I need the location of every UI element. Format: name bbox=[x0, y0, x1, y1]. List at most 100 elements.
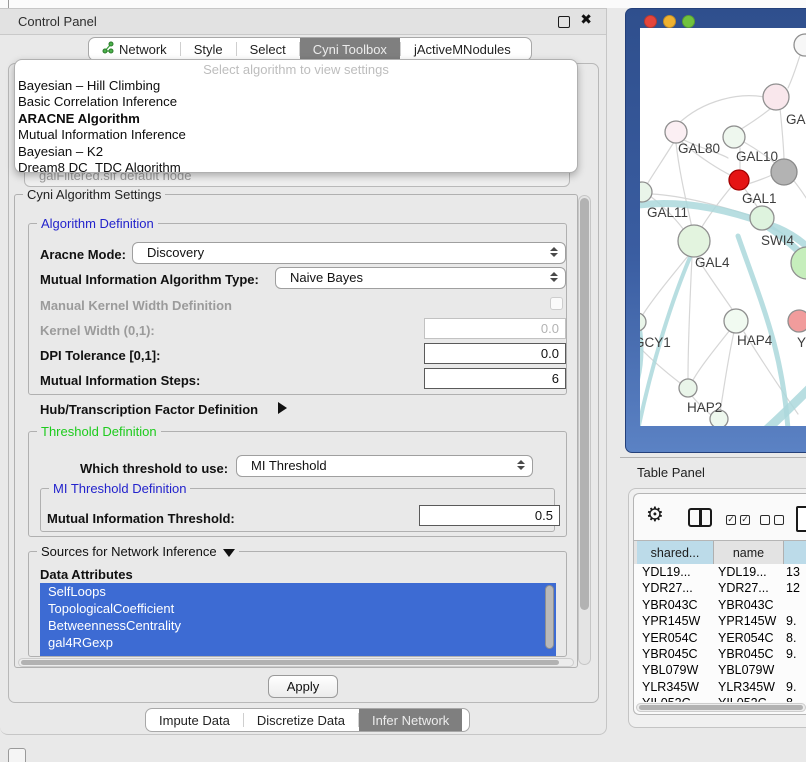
document-icon[interactable] bbox=[796, 506, 806, 532]
tab-jactivemnodules[interactable]: jActiveMNodules bbox=[401, 38, 524, 60]
gear-icon[interactable]: ⚙ bbox=[646, 504, 664, 524]
table-row[interactable]: YPR145WYPR145W9. bbox=[634, 613, 806, 630]
table-cell: YER054C bbox=[642, 630, 698, 647]
node-label: GAL bbox=[786, 112, 806, 127]
algorithm-option[interactable]: Dream8 DC_TDC Algorithm bbox=[15, 160, 577, 173]
float-window-icon[interactable] bbox=[558, 16, 570, 28]
table-cell: 9. bbox=[786, 679, 796, 696]
network-node[interactable] bbox=[678, 225, 710, 257]
tab-cyni-toolbox[interactable]: Cyni Toolbox bbox=[300, 38, 400, 60]
network-node[interactable] bbox=[665, 121, 687, 143]
network-node[interactable] bbox=[791, 247, 806, 279]
dpi-tolerance-field[interactable]: 0.0 bbox=[424, 343, 566, 364]
network-node[interactable] bbox=[640, 182, 652, 202]
kernel-width-field[interactable]: 0.0 bbox=[424, 318, 566, 339]
column-header[interactable]: name bbox=[714, 541, 784, 565]
algorithm-dropdown-placeholder: Select algorithm to view settings bbox=[15, 62, 577, 78]
table-cell: YIL052C bbox=[642, 695, 691, 702]
node-label: HAP4 bbox=[737, 333, 773, 348]
network-edge bbox=[678, 96, 776, 124]
table-cell: YBL079W bbox=[718, 662, 774, 679]
close-light[interactable] bbox=[644, 15, 657, 28]
column-header[interactable] bbox=[784, 541, 806, 565]
attribute-option[interactable]: BetweennessCentrality bbox=[40, 617, 556, 634]
attribute-option[interactable]: TopologicalCoefficient bbox=[40, 600, 556, 617]
tab-select[interactable]: Select bbox=[237, 38, 299, 60]
manual-kernel-checkbox[interactable] bbox=[550, 297, 563, 310]
mi-steps-field[interactable]: 6 bbox=[424, 368, 566, 389]
attribute-option[interactable]: gal4RGexp bbox=[40, 634, 556, 651]
minimize-light[interactable] bbox=[663, 15, 676, 28]
table-row[interactable]: YBR045CYBR045C9. bbox=[634, 646, 806, 663]
tab-network[interactable]: Network bbox=[89, 38, 180, 60]
algorithm-option[interactable]: Mutual Information Inference bbox=[15, 127, 577, 143]
table-row[interactable]: YBR043CYBR043C bbox=[634, 597, 806, 614]
screen: Control Panel ✖ NetworkStyleSelectCyni T… bbox=[0, 0, 806, 762]
corner-button[interactable] bbox=[8, 748, 26, 762]
close-icon[interactable]: ✖ bbox=[580, 12, 592, 28]
tab-infer-network[interactable]: Infer Network bbox=[359, 709, 462, 731]
table-horizontal-scrollbar[interactable] bbox=[636, 703, 806, 712]
mi-threshold-field[interactable]: 0.5 bbox=[419, 505, 560, 526]
network-edge bbox=[688, 257, 692, 380]
tab-style[interactable]: Style bbox=[181, 38, 236, 60]
tab-discretize-data[interactable]: Discretize Data bbox=[244, 709, 358, 731]
network-node[interactable] bbox=[763, 84, 789, 110]
tab-label: Infer Network bbox=[372, 713, 449, 728]
network-node[interactable] bbox=[794, 34, 806, 56]
network-node[interactable] bbox=[729, 170, 749, 190]
table-cell: YLR345W bbox=[642, 679, 699, 696]
apply-button[interactable]: Apply bbox=[268, 675, 338, 698]
select-all-icon[interactable]: ✓ bbox=[740, 515, 750, 525]
algorithm-option[interactable]: ARACNE Algorithm bbox=[15, 111, 577, 127]
column-header[interactable]: shared... bbox=[637, 541, 714, 565]
network-canvas[interactable]: GALGAL80GAL10GAL1GAL11SWI4GAL4GCY1HAP4YH… bbox=[640, 28, 806, 426]
network-node[interactable] bbox=[788, 310, 806, 332]
split-view-icon[interactable] bbox=[688, 508, 712, 527]
table-cell: YPR145W bbox=[642, 613, 700, 630]
deselect-all-icon[interactable] bbox=[774, 515, 784, 525]
network-node[interactable] bbox=[750, 206, 774, 230]
network-node[interactable] bbox=[679, 379, 697, 397]
algorithm-dropdown[interactable]: Select algorithm to view settings Bayesi… bbox=[14, 59, 578, 173]
table-cell: 9. bbox=[786, 613, 796, 630]
deselect-all-icon[interactable] bbox=[760, 515, 770, 525]
node-label: GAL4 bbox=[695, 255, 730, 270]
threshold-definition-legend: Threshold Definition bbox=[37, 424, 161, 439]
aracne-mode-label: Aracne Mode: bbox=[40, 247, 126, 262]
attribute-option[interactable]: SelfLoops bbox=[40, 583, 556, 600]
table-row[interactable]: YDL19...YDL19...13 bbox=[634, 564, 806, 581]
mi-type-combo[interactable]: Naive Bayes bbox=[275, 267, 566, 289]
cyni-settings-legend: Cyni Algorithm Settings bbox=[23, 187, 165, 202]
network-node[interactable] bbox=[724, 309, 748, 333]
combo-arrows-icon bbox=[517, 460, 525, 470]
table-row[interactable]: YLR345WYLR345W9. bbox=[634, 679, 806, 696]
zoom-light[interactable] bbox=[682, 15, 695, 28]
table-cell: 9. bbox=[786, 646, 796, 663]
aracne-mode-combo[interactable]: Discovery bbox=[132, 242, 566, 264]
table-row[interactable]: YER054CYER054C8. bbox=[634, 630, 806, 647]
attribute-list-scrollbar[interactable] bbox=[545, 585, 554, 649]
table-row[interactable]: YDR27...YDR27...12 bbox=[634, 580, 806, 597]
network-node[interactable] bbox=[723, 126, 745, 148]
network-node[interactable] bbox=[640, 313, 646, 331]
table-cell: YBR043C bbox=[718, 597, 774, 614]
control-panel-title: Control Panel bbox=[18, 9, 97, 34]
tab-label: Impute Data bbox=[159, 713, 230, 728]
algorithm-option[interactable]: Basic Correlation Inference bbox=[15, 94, 577, 110]
tab-label: jActiveMNodules bbox=[414, 42, 511, 57]
tab-impute-data[interactable]: Impute Data bbox=[146, 709, 243, 731]
settings-horizontal-scrollbar[interactable] bbox=[18, 658, 574, 667]
table-body: YDL19...YDL19...13YDR27...YDR27...12YBR0… bbox=[634, 564, 806, 702]
mi-threshold-legend: MI Threshold Definition bbox=[49, 481, 190, 496]
settings-vertical-scrollbar[interactable] bbox=[578, 195, 591, 665]
select-all-icon[interactable]: ✓ bbox=[726, 515, 736, 525]
network-edge bbox=[640, 348, 684, 386]
table-row[interactable]: YBL079WYBL079W bbox=[634, 662, 806, 679]
algorithm-option[interactable]: Bayesian – Hill Climbing bbox=[15, 78, 577, 94]
which-threshold-combo[interactable]: MI Threshold bbox=[236, 455, 533, 477]
algorithm-option[interactable]: Bayesian – K2 bbox=[15, 144, 577, 160]
data-attributes-list[interactable]: SelfLoopsTopologicalCoefficientBetweenne… bbox=[40, 583, 556, 656]
table-row[interactable]: YIL052CYIL052C8 bbox=[634, 695, 806, 702]
expand-arrow-icon[interactable] bbox=[278, 402, 287, 414]
